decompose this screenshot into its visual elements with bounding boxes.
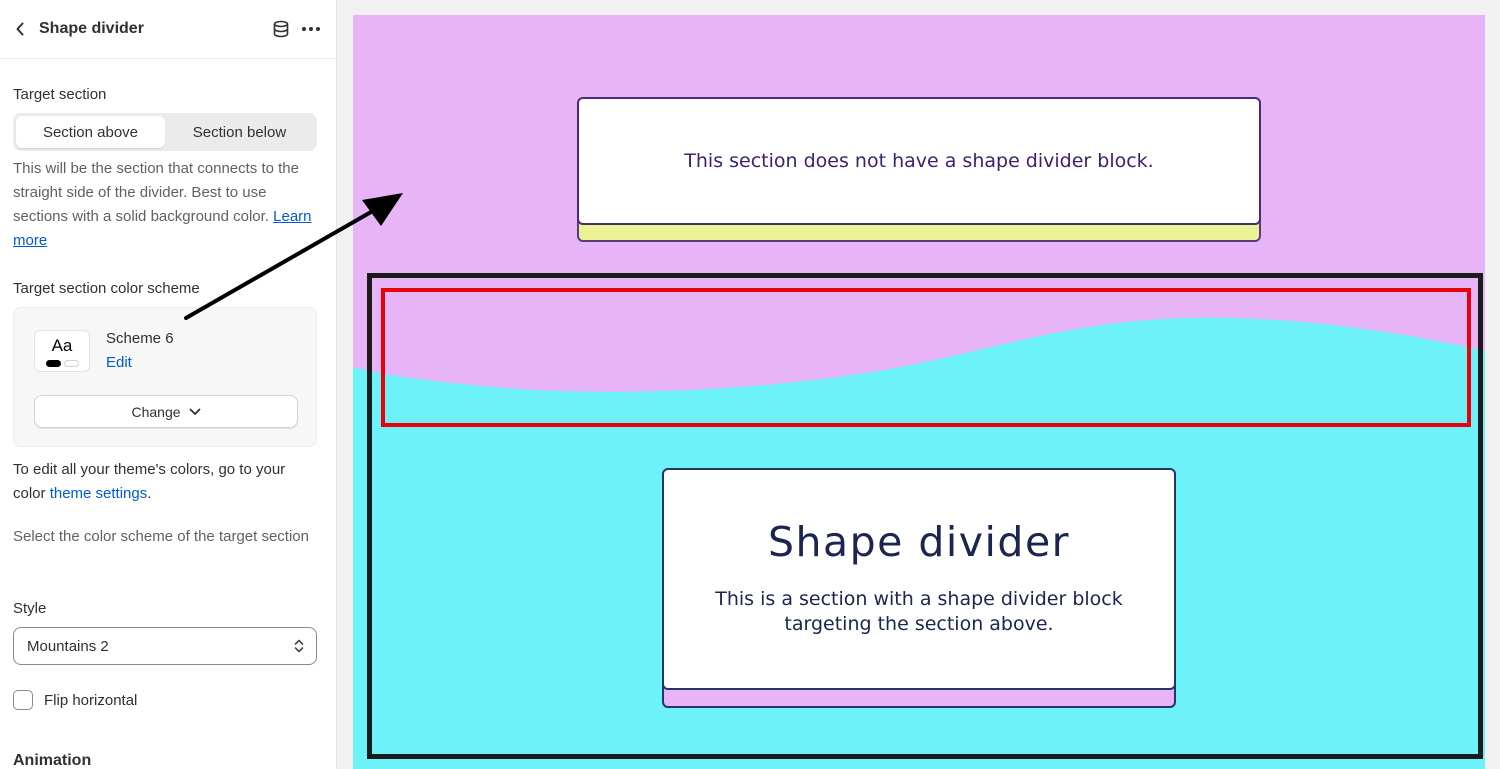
select-updown-icon xyxy=(294,639,304,653)
database-icon xyxy=(273,20,289,38)
dynamic-source-button[interactable] xyxy=(270,18,292,40)
help-text: This will be the section that connects t… xyxy=(13,160,299,225)
swatch-secondary-pill xyxy=(64,360,79,367)
more-horizontal-icon xyxy=(302,27,320,31)
shape-divider-highlight xyxy=(381,288,1471,427)
style-select[interactable]: Mountains 2 xyxy=(13,627,317,665)
more-actions-button[interactable] xyxy=(300,18,322,40)
section-above-option[interactable]: Section above xyxy=(16,116,165,148)
style-label: Style xyxy=(13,600,47,617)
sidebar-header: Shape divider xyxy=(0,0,336,59)
change-scheme-button[interactable]: Change xyxy=(34,395,298,428)
settings-sidebar: Shape divider Target section Section abo… xyxy=(0,0,337,769)
animation-heading: Animation xyxy=(13,752,92,769)
swatch-text: Aa xyxy=(51,336,73,355)
target-section-label: Target section xyxy=(13,86,107,103)
color-scheme-label: Target section color scheme xyxy=(13,280,200,297)
theme-settings-link[interactable]: theme settings xyxy=(50,485,148,502)
theme-preview: This section does not have a shape divid… xyxy=(353,15,1485,769)
swatch-primary-pill xyxy=(46,360,61,367)
target-section-segmented-control: Section above Section below xyxy=(13,113,317,151)
theme-colors-note: To edit all your theme's colors, go to y… xyxy=(13,458,317,506)
target-section-help: This will be the section that connects t… xyxy=(13,157,317,253)
note-suffix: . xyxy=(147,485,152,502)
chevron-down-icon xyxy=(189,408,201,416)
scheme-swatch: Aa xyxy=(34,330,90,372)
change-button-label: Change xyxy=(131,403,181,420)
flip-horizontal-label: Flip horizontal xyxy=(44,691,138,709)
scheme-edit-link[interactable]: Edit xyxy=(106,354,132,371)
scheme-name: Scheme 6 xyxy=(106,330,174,347)
panel-title: Shape divider xyxy=(39,20,144,37)
top-section-text: This section does not have a shape divid… xyxy=(684,150,1154,172)
chevron-left-icon xyxy=(16,22,24,36)
style-select-value: Mountains 2 xyxy=(27,637,109,655)
back-button[interactable] xyxy=(12,19,28,39)
color-scheme-description: Select the color scheme of the target se… xyxy=(13,528,309,545)
flip-horizontal-checkbox[interactable] xyxy=(13,690,33,710)
section-below-option[interactable]: Section below xyxy=(165,116,314,148)
top-section-card: This section does not have a shape divid… xyxy=(577,97,1261,225)
color-scheme-card: Aa Scheme 6 Edit Change xyxy=(13,307,317,447)
flip-horizontal-row: Flip horizontal xyxy=(13,690,137,710)
